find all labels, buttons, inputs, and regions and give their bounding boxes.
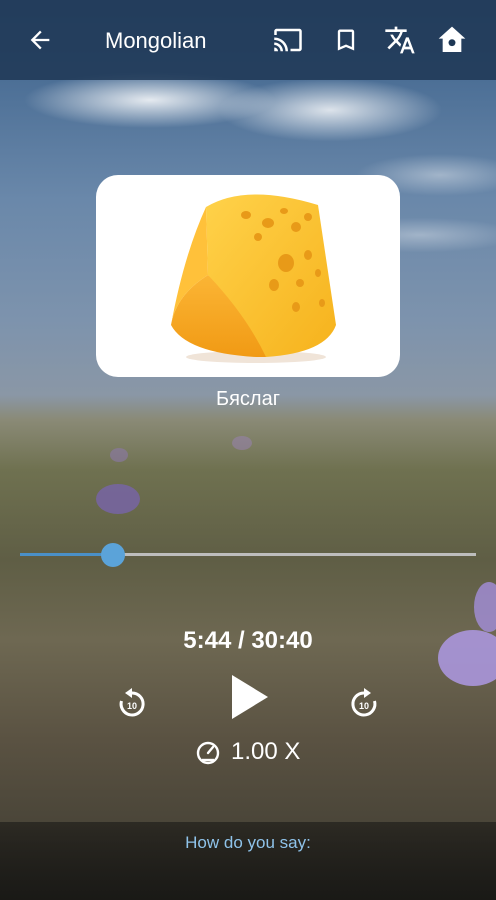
playback-speed-value: 1.00 X bbox=[231, 738, 301, 765]
seek-bar-progress bbox=[20, 553, 114, 556]
bookmark-button[interactable] bbox=[326, 20, 366, 60]
word-label: Бяслаг bbox=[215, 388, 281, 410]
forward-10-icon: 10 bbox=[351, 688, 377, 717]
flower-decoration bbox=[96, 484, 140, 514]
cast-icon bbox=[274, 28, 302, 52]
play-icon bbox=[232, 675, 268, 719]
translate-button[interactable] bbox=[380, 20, 420, 60]
replay-10-icon: 10 bbox=[119, 688, 145, 717]
flashcard[interactable] bbox=[96, 175, 400, 377]
seek-bar-track[interactable] bbox=[20, 553, 476, 556]
cheese-image bbox=[171, 194, 336, 363]
arrow-left-icon bbox=[30, 30, 50, 50]
playback-speed-button[interactable]: 1.00 X bbox=[195, 738, 300, 766]
rewind-seconds-label: 10 bbox=[127, 701, 137, 711]
speedometer-icon bbox=[196, 741, 220, 765]
top-app-bar: Mongolian bbox=[0, 0, 496, 80]
playback-time: 5:44 / 30:40 bbox=[183, 627, 313, 654]
how-do-you-say-prompt: How do you say: bbox=[185, 833, 311, 852]
bookmark-icon bbox=[337, 29, 355, 51]
back-button[interactable] bbox=[20, 20, 60, 60]
seek-bar-thumb[interactable] bbox=[101, 543, 126, 567]
home-button[interactable] bbox=[432, 20, 472, 60]
play-button[interactable] bbox=[224, 670, 272, 724]
cast-button[interactable] bbox=[268, 20, 308, 60]
flower-decoration bbox=[474, 582, 496, 632]
forward-10-button[interactable]: 10 bbox=[344, 684, 384, 724]
flower-decoration bbox=[110, 448, 128, 462]
forward-seconds-label: 10 bbox=[359, 701, 369, 711]
rewind-10-button[interactable]: 10 bbox=[112, 684, 152, 724]
translate-icon bbox=[385, 26, 415, 54]
page-title: Mongolian bbox=[105, 28, 207, 53]
flower-decoration bbox=[232, 436, 252, 450]
home-icon bbox=[438, 26, 466, 52]
